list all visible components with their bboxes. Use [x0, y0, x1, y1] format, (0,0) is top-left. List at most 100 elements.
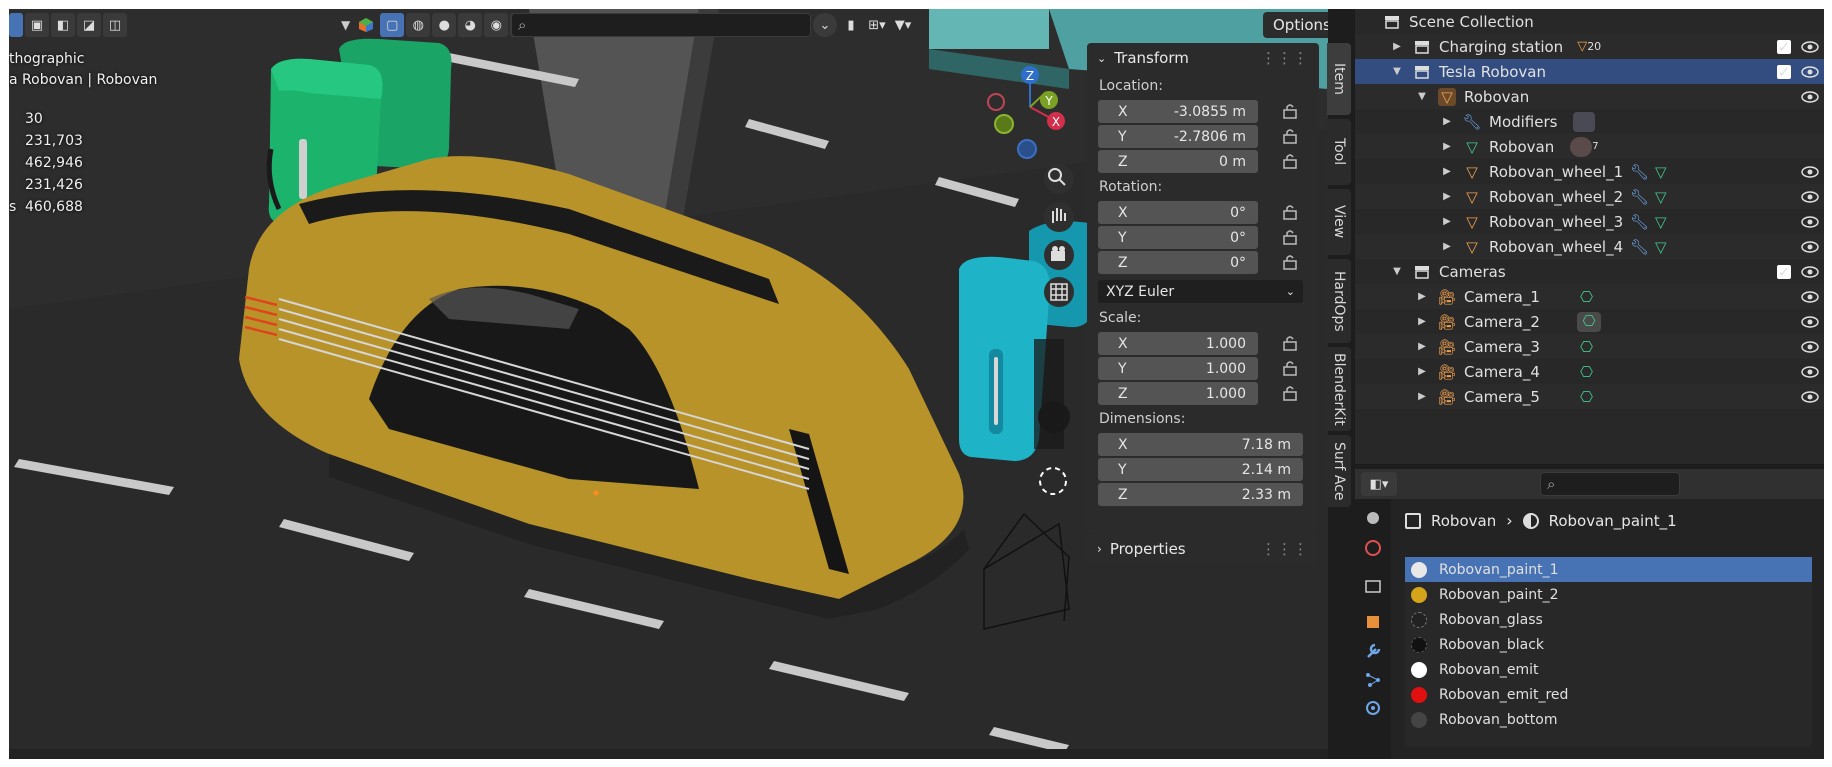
eye-icon[interactable] [1801, 190, 1819, 203]
pan-hand-icon[interactable] [1044, 202, 1074, 232]
tab-item[interactable]: Item [1327, 43, 1351, 115]
outliner-row-camera-2[interactable]: ▶ 🎥︎ Camera_2 ⎔ [1355, 309, 1824, 334]
drag-handle-icon[interactable]: ⋮⋮⋮ [1261, 49, 1309, 67]
exclude-checkbox[interactable]: ✓ [1777, 63, 1791, 81]
expand-arrow-icon[interactable]: ▶ [1441, 216, 1453, 228]
lock-icon[interactable] [1281, 229, 1299, 245]
3d-viewport[interactable]: Z X Y ▣ ◧ ◪ ◫ ▼ ▢ ◍ ● ◕ ◉ ⌕ ⌄ ▮ ⊞▾ ▼▾ Op… [9, 9, 1328, 759]
location-y-field[interactable]: Y -2.7806 m [1098, 125, 1258, 148]
outliner-row-charging-station[interactable]: ▶ Charging station ▽20 ✓ [1355, 34, 1824, 59]
tab-hardops[interactable]: HardOps [1327, 259, 1351, 343]
outliner-row-camera-3[interactable]: ▶ 🎥︎ Camera_3 ⎔ [1355, 334, 1824, 359]
eye-icon[interactable] [1801, 40, 1819, 53]
expand-arrow-icon[interactable]: ▶ [1416, 291, 1428, 303]
eye-icon[interactable] [1801, 65, 1819, 78]
collection-icon[interactable] [1364, 577, 1382, 595]
render-icon[interactable] [1364, 539, 1382, 557]
outliner-row-camera-5[interactable]: ▶ 🎥︎ Camera_5 ⎔ [1355, 384, 1824, 409]
outliner-row-wheel-1[interactable]: ▶ ▽ Robovan_wheel_1 🔧︎ ▽ [1355, 159, 1824, 184]
transform-header[interactable]: ⌄ Transform ⋮⋮⋮ [1087, 43, 1319, 73]
tab-view[interactable]: View [1327, 189, 1351, 255]
eye-icon[interactable] [1801, 315, 1819, 328]
select-box-icon[interactable] [9, 13, 23, 37]
expand-arrow-icon[interactable]: ▶ [1441, 191, 1453, 203]
collapse-arrow-icon[interactable]: ▼ [1391, 66, 1403, 78]
material-slot[interactable]: Robovan_bottom [1405, 707, 1812, 732]
lock-icon[interactable] [1281, 128, 1299, 144]
eye-icon[interactable] [1801, 215, 1819, 228]
exclude-checkbox[interactable]: ✓ [1777, 38, 1791, 56]
tab-blenderkit[interactable]: BlenderKit [1327, 347, 1351, 431]
solid-shading-icon[interactable]: ● [432, 13, 457, 37]
outliner-row-camera-4[interactable]: ▶ 🎥︎ Camera_4 ⎔ [1355, 359, 1824, 384]
physics-icon[interactable] [1364, 699, 1382, 717]
exclude-checkbox[interactable]: ✓ [1777, 263, 1791, 281]
tab-surf-ace[interactable]: Surf Ace [1327, 435, 1351, 507]
select-extend-icon[interactable]: ▣ [25, 13, 49, 37]
eye-icon[interactable] [1801, 165, 1819, 178]
material-slot[interactable]: Robovan_emit_red [1405, 682, 1812, 707]
outliner-row-wheel-4[interactable]: ▶ ▽ Robovan_wheel_4 🔧︎ ▽ [1355, 234, 1824, 259]
material-slot[interactable]: Robovan_glass [1405, 607, 1812, 632]
expand-arrow-icon[interactable]: ▶ [1416, 316, 1428, 328]
select-subtract-icon[interactable]: ◧ [51, 13, 75, 37]
particles-icon[interactable] [1364, 671, 1382, 689]
location-z-field[interactable]: Z0 m [1098, 150, 1258, 173]
dimensions-y-field[interactable]: Y 2.14 m [1098, 458, 1303, 481]
lock-icon[interactable] [1281, 153, 1299, 169]
outliner-row-camera-1[interactable]: ▶ 🎥︎ Camera_1 ⎔ [1355, 284, 1824, 309]
eye-icon[interactable] [1801, 265, 1819, 278]
scale-x-field[interactable]: X 1.000 [1098, 332, 1258, 355]
tab-tool[interactable]: Tool [1327, 119, 1351, 185]
lock-icon[interactable] [1281, 360, 1299, 376]
modifier-wrench-icon[interactable] [1364, 642, 1382, 660]
outliner-row-modifiers[interactable]: ▶ 🔧︎ Modifiers [1355, 109, 1824, 134]
eye-icon[interactable] [1801, 240, 1819, 253]
outliner-row-robovan-mesh[interactable]: ▶ ▽ Robovan 7 [1355, 134, 1824, 159]
eye-icon[interactable] [1801, 365, 1819, 378]
rotation-y-field[interactable]: Y 0° [1098, 226, 1258, 249]
scale-z-field[interactable]: Z 1.000 [1098, 382, 1258, 405]
material-slot[interactable]: Robovan_paint_1 [1405, 557, 1812, 582]
rotation-x-field[interactable]: X 0° [1098, 201, 1258, 224]
options-dropdown[interactable]: Options ⌄ [1263, 12, 1328, 38]
outliner-row-cameras[interactable]: ▼ Cameras ✓ [1355, 259, 1824, 284]
eye-icon[interactable] [1801, 90, 1819, 103]
location-x-field[interactable]: X -3.0855 m [1098, 100, 1258, 123]
xray-icon[interactable]: ▢ [380, 13, 405, 37]
eye-icon[interactable] [1801, 390, 1819, 403]
collapse-arrow-icon[interactable]: ▼ [1391, 266, 1403, 278]
material-slot[interactable]: Robovan_black [1405, 632, 1812, 657]
expand-arrow-icon[interactable]: ▶ [1416, 366, 1428, 378]
lock-icon[interactable] [1281, 335, 1299, 351]
outliner-row-wheel-2[interactable]: ▶ ▽ Robovan_wheel_2 🔧︎ ▽ [1355, 184, 1824, 209]
material-shading-icon[interactable]: ◕ [458, 13, 483, 37]
collapse-arrow-icon[interactable]: ▼ [1416, 91, 1428, 103]
eye-icon[interactable] [1801, 290, 1819, 303]
shading-color-icon[interactable] [354, 13, 378, 37]
material-slot[interactable]: Robovan_emit [1405, 657, 1812, 682]
grid-toggle-icon[interactable] [1044, 277, 1074, 307]
expand-arrow-icon[interactable]: ▶ [1441, 166, 1453, 178]
eye-icon[interactable] [1801, 340, 1819, 353]
lock-icon[interactable] [1281, 254, 1299, 270]
lock-icon[interactable] [1281, 204, 1299, 220]
properties-panel-header[interactable]: › Properties ⋮⋮⋮ [1087, 534, 1319, 564]
editor-type-icon[interactable]: ◧▾ [1361, 472, 1397, 496]
tool-settings-icon[interactable] [1364, 509, 1382, 527]
viewport-search-input[interactable]: ⌕ [511, 13, 811, 37]
properties-search-input[interactable]: ⌕ [1540, 472, 1680, 496]
outliner-row-wheel-3[interactable]: ▶ ▽ Robovan_wheel_3 🔧︎ ▽ [1355, 209, 1824, 234]
drag-handle-icon[interactable]: ⋮⋮⋮ [1261, 540, 1309, 558]
material-slot[interactable]: Robovan_paint_2 [1405, 582, 1812, 607]
layout-icon[interactable]: ⊞▾ [865, 13, 889, 37]
expand-arrow-icon[interactable]: ▶ [1441, 116, 1453, 128]
dropdown-icon[interactable]: ⌄ [813, 13, 837, 37]
rotation-mode-select[interactable]: XYZ Euler ⌄ [1098, 280, 1303, 303]
expand-arrow-icon[interactable]: ▶ [1441, 241, 1453, 253]
scene-collection-row[interactable]: Scene Collection [1355, 9, 1824, 34]
dimensions-x-field[interactable]: X 7.18 m [1098, 433, 1303, 456]
object-icon[interactable] [1364, 613, 1382, 631]
scale-y-field[interactable]: Y 1.000 [1098, 357, 1258, 380]
select-intersect-icon[interactable]: ◫ [103, 13, 127, 37]
